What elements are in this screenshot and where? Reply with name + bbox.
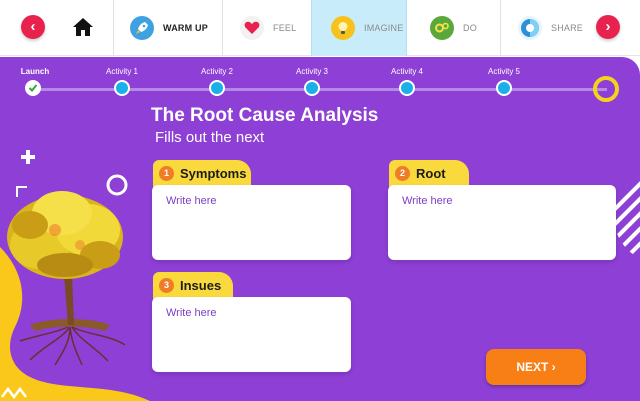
page-subtitle: Fills out the next xyxy=(155,129,265,146)
symptoms-label: Symptoms xyxy=(180,166,247,181)
share-icon xyxy=(518,16,542,40)
step-activity-1[interactable] xyxy=(114,80,130,96)
tab-feel[interactable]: FEEL xyxy=(240,0,310,56)
step-activity-2[interactable] xyxy=(209,80,225,96)
number-badge: 3 xyxy=(159,278,174,293)
home-icon xyxy=(73,18,93,36)
insues-tag: 3 Insues xyxy=(153,272,233,299)
tab-share[interactable]: SHARE xyxy=(518,0,588,56)
heart-icon xyxy=(240,16,264,40)
tab-label: IMAGINE xyxy=(364,23,404,33)
insues-label: Insues xyxy=(180,278,222,293)
rocket-icon xyxy=(130,16,154,40)
tree-illustration xyxy=(7,191,126,365)
nav-divider xyxy=(222,0,223,56)
squiggle-decoration xyxy=(1,386,27,400)
next-button-label: NEXT › xyxy=(516,360,556,374)
number-badge: 2 xyxy=(395,166,410,181)
tab-label: FEEL xyxy=(273,23,297,33)
number-badge: 1 xyxy=(159,166,174,181)
insues-input-card[interactable]: Write here xyxy=(152,297,351,372)
top-navigation: ‹ WARM UP FEEL IMAGINE DO SHARE › xyxy=(0,0,640,56)
symptoms-placeholder: Write here xyxy=(166,195,217,207)
gears-icon xyxy=(430,16,454,40)
previous-arrow-button[interactable]: ‹ xyxy=(21,15,45,39)
step-label-activity-3: Activity 3 xyxy=(295,67,329,76)
root-label: Root xyxy=(416,166,446,181)
next-arrow-button[interactable]: › xyxy=(596,15,620,39)
home-button[interactable] xyxy=(72,17,94,37)
step-activity-5[interactable] xyxy=(496,80,512,96)
chevron-left-icon: ‹ xyxy=(30,18,36,35)
step-activity-4[interactable] xyxy=(399,80,415,96)
nav-divider xyxy=(113,0,114,56)
step-label-activity-5: Activity 5 xyxy=(487,67,521,76)
finish-ring-icon xyxy=(593,76,619,102)
chevron-right-icon: › xyxy=(605,18,611,35)
lightbulb-icon xyxy=(331,16,355,40)
root-input-card[interactable]: Write here xyxy=(388,185,616,260)
step-label-activity-1: Activity 1 xyxy=(105,67,139,76)
root-placeholder: Write here xyxy=(402,195,453,207)
page-title: The Root Cause Analysis xyxy=(151,105,379,126)
step-label-activity-2: Activity 2 xyxy=(200,67,234,76)
insues-placeholder: Write here xyxy=(166,307,217,319)
tab-do[interactable]: DO xyxy=(430,0,498,56)
tab-label: SHARE xyxy=(551,23,584,33)
step-activity-3[interactable] xyxy=(304,80,320,96)
tab-warm-up[interactable]: WARM UP xyxy=(130,0,220,56)
symptoms-tag: 1 Symptoms xyxy=(153,160,251,187)
tab-label: DO xyxy=(463,23,477,33)
plus-decoration xyxy=(21,150,35,164)
checkmark-icon xyxy=(28,84,38,92)
step-label-launch: Launch xyxy=(20,67,50,76)
activity-stage: Launch Activity 1 Activity 2 Activity 3 … xyxy=(0,57,640,401)
striped-decoration xyxy=(614,171,640,263)
nav-divider xyxy=(500,0,501,56)
tab-imagine[interactable]: IMAGINE xyxy=(311,0,407,56)
symptoms-input-card[interactable]: Write here xyxy=(152,185,351,260)
tab-label: WARM UP xyxy=(163,23,208,33)
next-button[interactable]: NEXT › xyxy=(486,349,586,385)
step-launch-complete[interactable] xyxy=(25,80,41,96)
root-tag: 2 Root xyxy=(389,160,469,187)
step-label-activity-4: Activity 4 xyxy=(390,67,424,76)
